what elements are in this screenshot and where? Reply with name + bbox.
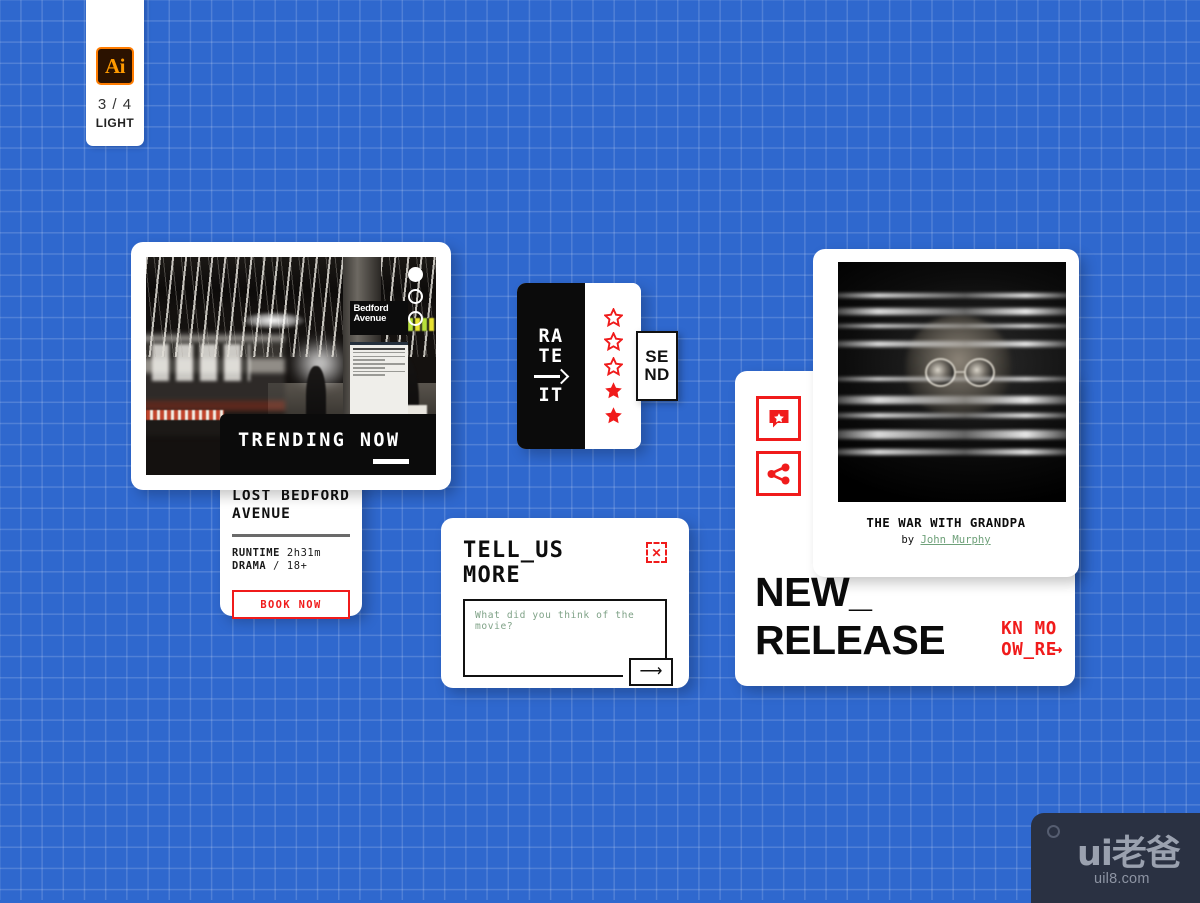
watermark-logo: ui老爸 bbox=[1077, 834, 1181, 874]
rate-line-2: TE bbox=[538, 345, 564, 367]
release-author-line: by John Murphy bbox=[826, 534, 1066, 546]
send-line-2: ND bbox=[644, 365, 670, 384]
runtime-value: 2h31m bbox=[286, 546, 322, 559]
feedback-card: TELL_US MORE ✕ What did you think of the… bbox=[441, 518, 689, 688]
review-bubble-star-icon[interactable] bbox=[756, 396, 801, 441]
theme-label: LIGHT bbox=[95, 116, 135, 130]
photo-red-stripe bbox=[146, 409, 225, 421]
photo-ripple-6 bbox=[838, 413, 1066, 419]
star-icon-filled-4[interactable] bbox=[604, 381, 623, 400]
know-more-button[interactable]: KN MO OW_RE→ bbox=[1001, 619, 1063, 660]
grandpa-ripple-photo bbox=[838, 262, 1066, 502]
watermark-dot-icon bbox=[1047, 825, 1060, 838]
trending-poster-card: Bedford Avenue TRENDING NOW bbox=[131, 242, 451, 490]
star-rating-group[interactable] bbox=[585, 283, 641, 449]
rate-it-label-panel: RA TE IT bbox=[517, 283, 585, 449]
rate-line-3: IT bbox=[538, 384, 564, 406]
watermark-url: uil8.com bbox=[1094, 871, 1150, 887]
photo-ripple-4 bbox=[838, 341, 1066, 348]
page-indicator: 3 / 4 bbox=[97, 96, 133, 113]
author-link[interactable]: John Murphy bbox=[920, 534, 990, 546]
feedback-textarea-wrapper[interactable]: What did you think of the movie? ⟶ bbox=[463, 599, 673, 686]
trending-now-label: TRENDING NOW bbox=[238, 430, 401, 451]
star-icon-empty-1[interactable] bbox=[603, 307, 623, 327]
know-more-line-1: KN MO bbox=[1001, 619, 1057, 639]
release-poster-card: THE WAR WITH GRANDPA by John Murphy bbox=[813, 249, 1079, 577]
photo-light-dots bbox=[408, 267, 430, 333]
genre-separator: / bbox=[273, 560, 280, 573]
new-release-heading: NEW_ RELEASE bbox=[755, 569, 946, 663]
rate-line-1: RA bbox=[538, 325, 564, 347]
runtime-label: RUNTIME bbox=[232, 546, 280, 559]
star-icon-empty-3[interactable] bbox=[603, 356, 623, 376]
photo-lamp-glow bbox=[241, 311, 306, 329]
photo-ripple-5 bbox=[838, 396, 1066, 405]
genre-label: DRAMA bbox=[232, 560, 267, 573]
photo-ripple-2 bbox=[838, 307, 1066, 315]
movie-metadata: RUNTIME 2h31m DRAMA / 18+ bbox=[220, 547, 362, 574]
rate-it-widget: RA TE IT SE ND bbox=[517, 283, 678, 449]
divider bbox=[232, 534, 350, 537]
share-icon[interactable] bbox=[756, 451, 801, 496]
review-bubble-star-glyph bbox=[769, 409, 788, 427]
photo-ripple-1 bbox=[838, 293, 1066, 299]
movie-title: LOST BEDFORD AVENUE bbox=[232, 488, 350, 522]
send-line-1: SE bbox=[645, 347, 669, 366]
trending-now-badge: TRENDING NOW bbox=[220, 414, 436, 475]
star-icon-empty-2[interactable] bbox=[603, 332, 623, 351]
age-rating: 18+ bbox=[286, 560, 308, 573]
know-more-line-2: OW_RE bbox=[1001, 639, 1057, 660]
submit-feedback-button[interactable]: ⟶ bbox=[629, 658, 673, 686]
arrow-right-icon: ⟶ bbox=[639, 663, 663, 680]
photo-ripple-3 bbox=[838, 324, 1066, 329]
feedback-header: TELL_US MORE ✕ bbox=[463, 538, 667, 588]
send-rating-button[interactable]: SE ND bbox=[636, 331, 678, 401]
station-name-sign: Bedford Avenue bbox=[350, 300, 409, 336]
feedback-textarea-placeholder: What did you think of the movie? bbox=[475, 610, 635, 632]
ui8-watermark: ui老爸 uil8.com bbox=[1031, 813, 1200, 903]
adobe-illustrator-icon: Ai bbox=[96, 47, 134, 85]
illustrator-file-badge: Ai 3 / 4 LIGHT bbox=[86, 0, 144, 146]
photo-glasses bbox=[924, 358, 996, 387]
photo-ripple-9 bbox=[838, 377, 1066, 382]
star-icon-filled-5[interactable] bbox=[604, 406, 623, 425]
photo-info-placard bbox=[350, 342, 409, 417]
badge-underline bbox=[373, 459, 409, 464]
share-glyph bbox=[767, 463, 789, 484]
feedback-title: TELL_US MORE bbox=[463, 538, 565, 588]
close-icon[interactable]: ✕ bbox=[646, 542, 667, 563]
by-prefix: by bbox=[901, 534, 915, 546]
subway-photo: Bedford Avenue TRENDING NOW bbox=[146, 257, 436, 475]
release-action-icons bbox=[756, 396, 801, 496]
photo-ripple-8 bbox=[838, 449, 1066, 456]
photo-ripple-7 bbox=[838, 430, 1066, 439]
book-now-button[interactable]: BOOK NOW bbox=[232, 589, 350, 619]
movie-info-card: LOST BEDFORD AVENUE RUNTIME 2h31m DRAMA … bbox=[220, 470, 362, 619]
arrow-right-icon bbox=[534, 370, 568, 383]
release-movie-title: THE WAR WITH GRANDPA bbox=[866, 515, 1026, 530]
